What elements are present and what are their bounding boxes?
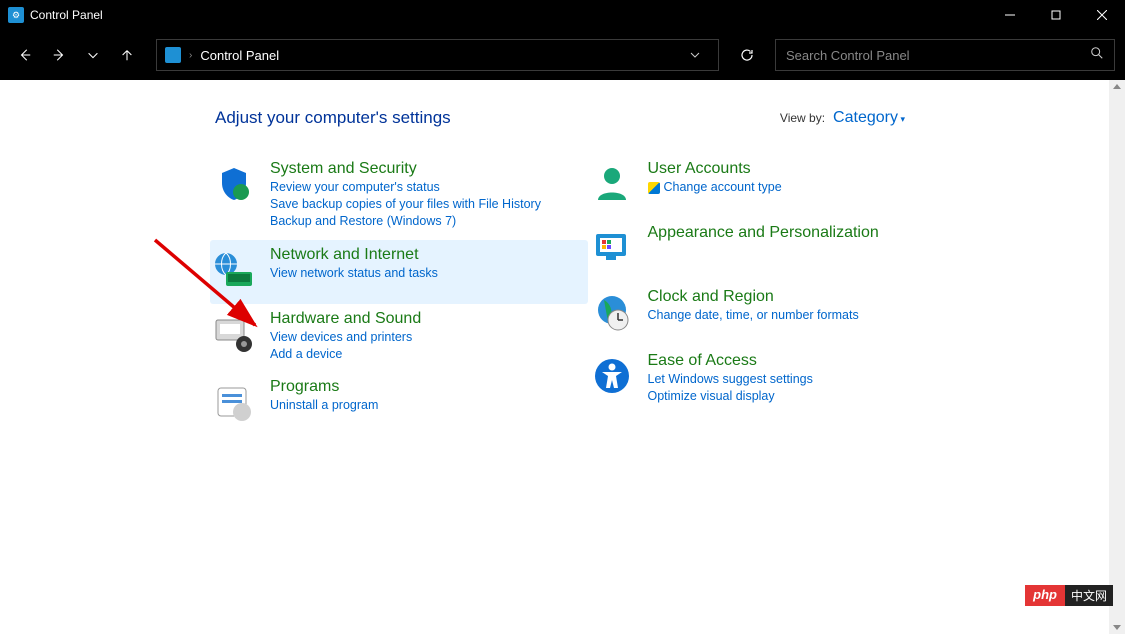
category-title[interactable]: User Accounts [648, 160, 782, 178]
watermark-left: php [1025, 585, 1065, 606]
control-panel-icon [165, 47, 181, 63]
category-link[interactable]: Backup and Restore (Windows 7) [270, 213, 541, 230]
category-appearance[interactable]: Appearance and Personalization [588, 218, 966, 282]
viewby-dropdown[interactable]: Category [833, 109, 905, 127]
search-icon[interactable] [1090, 46, 1104, 65]
back-button[interactable] [10, 40, 40, 70]
app-icon: ⚙ [8, 7, 24, 23]
minimize-button[interactable] [987, 0, 1033, 30]
category-title[interactable]: Hardware and Sound [270, 310, 421, 328]
programs-icon [210, 378, 258, 426]
category-title[interactable]: Network and Internet [270, 246, 438, 264]
close-button[interactable] [1079, 0, 1125, 30]
category-link[interactable]: Save backup copies of your files with Fi… [270, 196, 541, 213]
ease-access-icon [588, 352, 636, 400]
shield-icon [648, 182, 660, 194]
category-link[interactable]: Add a device [270, 346, 421, 363]
recent-dropdown-button[interactable] [78, 40, 108, 70]
category-link[interactable]: View devices and printers [270, 329, 421, 346]
forward-button[interactable] [44, 40, 74, 70]
title-bar: ⚙ Control Panel [0, 0, 1125, 30]
category-link[interactable]: Uninstall a program [270, 397, 378, 414]
category-title[interactable]: Appearance and Personalization [648, 224, 879, 242]
hardware-sound-icon [210, 310, 258, 358]
category-title[interactable]: Clock and Region [648, 288, 859, 306]
network-internet-icon [210, 246, 258, 294]
category-link[interactable]: Change date, time, or number formats [648, 307, 859, 324]
nav-toolbar: › Control Panel [0, 30, 1125, 80]
refresh-button[interactable] [729, 39, 765, 71]
search-box[interactable] [775, 39, 1115, 71]
page-title: Adjust your computer's settings [215, 108, 780, 128]
category-title[interactable]: System and Security [270, 160, 541, 178]
watermark-right: 中文网 [1065, 585, 1113, 606]
system-security-icon [210, 160, 258, 208]
category-hardware-sound[interactable]: Hardware and SoundView devices and print… [210, 304, 588, 373]
user-accounts-icon [588, 160, 636, 208]
category-link[interactable]: Optimize visual display [648, 388, 813, 405]
window-title: Control Panel [30, 8, 103, 22]
category-user-accounts[interactable]: User AccountsChange account type [588, 154, 966, 218]
viewby-label: View by: [780, 111, 825, 125]
category-link[interactable]: Change account type [648, 179, 782, 196]
vertical-scrollbar[interactable] [1109, 80, 1125, 634]
category-programs[interactable]: ProgramsUninstall a program [210, 372, 588, 436]
category-title[interactable]: Programs [270, 378, 378, 396]
address-dropdown-icon[interactable] [690, 48, 700, 63]
category-link[interactable]: Review your computer's status [270, 179, 541, 196]
category-link[interactable]: Let Windows suggest settings [648, 371, 813, 388]
category-ease-access[interactable]: Ease of AccessLet Windows suggest settin… [588, 346, 966, 415]
address-bar[interactable]: › Control Panel [156, 39, 719, 71]
category-title[interactable]: Ease of Access [648, 352, 813, 370]
chevron-right-icon: › [189, 50, 192, 61]
category-link[interactable]: View network status and tasks [270, 265, 438, 282]
category-system-security[interactable]: System and SecurityReview your computer'… [210, 154, 588, 240]
search-input[interactable] [786, 48, 1090, 63]
category-network-internet[interactable]: Network and InternetView network status … [210, 240, 588, 304]
watermark: php 中文网 [1025, 585, 1113, 606]
category-clock-region[interactable]: Clock and RegionChange date, time, or nu… [588, 282, 966, 346]
clock-region-icon [588, 288, 636, 336]
up-button[interactable] [112, 40, 142, 70]
content-area: Adjust your computer's settings View by:… [0, 80, 1125, 634]
address-path: Control Panel [200, 48, 279, 63]
maximize-button[interactable] [1033, 0, 1079, 30]
appearance-icon [588, 224, 636, 272]
